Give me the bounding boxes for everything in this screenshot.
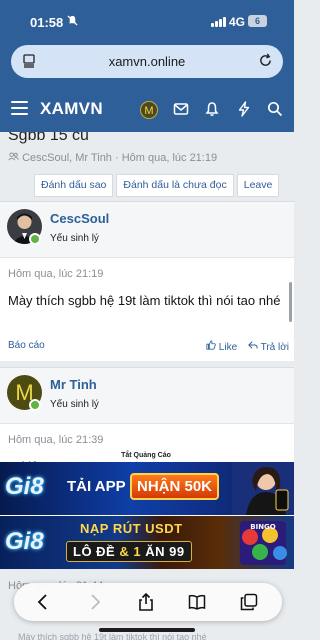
users-icon xyxy=(8,152,22,164)
post-date[interactable]: Hôm qua, lúc 21:19 xyxy=(8,268,103,280)
close-ads-label[interactable]: Tắt Quảng Cáo xyxy=(118,449,174,462)
like-button[interactable]: Like xyxy=(206,340,237,353)
forward-icon[interactable] xyxy=(86,593,104,611)
quote-preview: Mày thích sgbb hệ 19t làm tiktok thì nói… xyxy=(18,632,207,640)
bookmark-button[interactable]: Đánh dấu sao xyxy=(34,174,114,197)
user-title: Yếu sinh lý xyxy=(50,233,99,244)
ad-cta: NHẬN 50K xyxy=(130,473,220,500)
tabs-icon[interactable] xyxy=(240,593,258,611)
search-icon[interactable] xyxy=(267,101,283,117)
ad-cta-part: ĂN 99 xyxy=(145,544,185,559)
address-bar[interactable]: xamvn.online xyxy=(11,45,283,78)
report-link[interactable]: Báo cáo xyxy=(8,340,45,351)
post-author[interactable]: Mr Tinh xyxy=(50,377,97,392)
ad-text: TẢI APP xyxy=(67,478,126,495)
browser-toolbar xyxy=(14,583,282,621)
online-status-badge xyxy=(29,399,41,411)
reply-button[interactable]: Trả lời xyxy=(248,340,289,353)
mark-unread-button[interactable]: Đánh dấu là chưa đọc xyxy=(116,174,234,197)
reply-label: Trả lời xyxy=(260,342,290,353)
leave-button[interactable]: Leave xyxy=(236,174,280,197)
post-author[interactable]: CescSoul xyxy=(50,211,109,226)
ad-model-image xyxy=(232,462,294,515)
url-text: xamvn.online xyxy=(108,54,186,69)
user-avatar[interactable]: M xyxy=(140,101,158,119)
back-icon[interactable] xyxy=(34,593,52,611)
menu-icon[interactable] xyxy=(11,101,28,119)
browser-chrome: xamvn.online xyxy=(0,42,294,84)
ad-cta: LÔ ĐỀ & 1 ĂN 99 xyxy=(66,541,192,562)
inbox-icon[interactable] xyxy=(173,101,189,117)
gi8-logo: Gi8 xyxy=(5,528,44,555)
post: CescSoul Yếu sinh lý Hôm qua, lúc 21:19 … xyxy=(0,201,294,361)
signal-icon xyxy=(211,17,226,27)
post-footer: Báo cáo Like Trả lời xyxy=(0,336,294,360)
gi8-logo: Gi8 xyxy=(5,473,44,500)
post-header: M Mr Tinh Yếu sinh lý xyxy=(0,368,294,424)
lightning-icon[interactable] xyxy=(236,101,252,117)
ad-banner-download[interactable]: Gi8 TẢI APP NHẬN 50K xyxy=(0,462,294,515)
online-status-badge xyxy=(29,233,41,245)
thread-meta-text: CescSoul, Mr Tinh · Hôm qua, lúc 21:19 xyxy=(22,152,218,164)
ad-cta-part: LÔ ĐỀ xyxy=(73,544,116,559)
bingo-label: BINGO xyxy=(250,523,276,531)
status-bar: 01:58 4G 6 xyxy=(0,0,294,42)
ad-banner-lottery[interactable]: Gi8 NẠP RÚT USDT LÔ ĐỀ & 1 ĂN 99 BINGO xyxy=(0,516,294,569)
site-logo[interactable]: XAMVN xyxy=(40,99,103,119)
lottery-balls-image: BINGO xyxy=(234,519,292,567)
thread-title: Sgbb 15 cu xyxy=(8,132,89,144)
ad-cta-part: & xyxy=(119,544,130,559)
post-header: CescSoul Yếu sinh lý xyxy=(0,202,294,258)
reload-icon[interactable] xyxy=(258,53,273,68)
bell-icon[interactable] xyxy=(204,101,220,117)
share-icon[interactable] xyxy=(137,592,155,611)
reply-icon xyxy=(248,341,258,349)
user-title: Yếu sinh lý xyxy=(50,399,99,410)
thread-actions: Đánh dấu sao Đánh dấu là chưa đọc Leave xyxy=(34,174,282,197)
site-navbar: XAMVN M xyxy=(0,84,294,132)
ad-cta-part: 1 xyxy=(133,544,142,559)
home-indicator xyxy=(99,628,195,632)
network-type: 4G xyxy=(229,15,246,29)
ad-text: NẠP RÚT USDT xyxy=(80,521,183,536)
post-date[interactable]: Hôm qua, lúc 21:39 xyxy=(8,434,103,446)
like-label: Like xyxy=(218,342,238,353)
battery-icon: 6 xyxy=(248,15,267,27)
silent-bell-icon xyxy=(67,15,78,29)
thumbs-up-icon xyxy=(206,340,216,350)
status-time: 01:58 xyxy=(30,15,64,30)
scrollbar[interactable] xyxy=(289,282,292,322)
bookmarks-icon[interactable] xyxy=(188,593,206,611)
post-body: Mày thích sgbb hệ 19t làm tiktok thì nói… xyxy=(8,293,281,308)
thread-meta: CescSoul, Mr Tinh · Hôm qua, lúc 21:19 xyxy=(8,152,217,164)
